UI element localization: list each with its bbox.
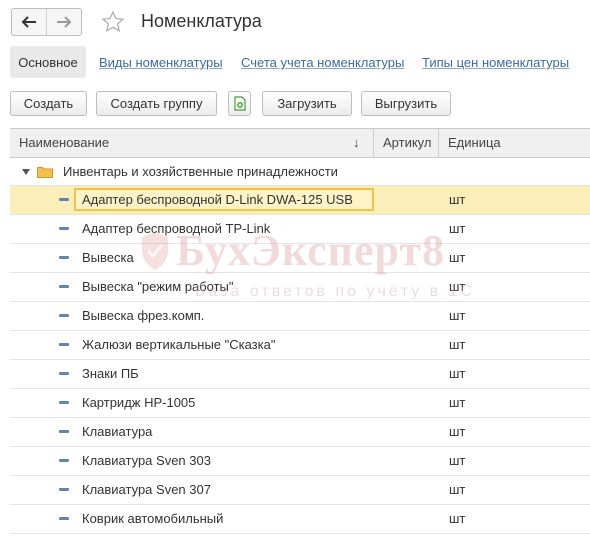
group-label: Инвентарь и хозяйственные принадлежности: [63, 164, 338, 179]
item-unit-cell[interactable]: шт: [449, 389, 465, 417]
item-name-cell[interactable]: Вывеска: [74, 246, 374, 269]
page-title: Номенклатура: [141, 11, 262, 31]
tab-nomenclature-types[interactable]: Виды номенклатуры: [99, 55, 223, 70]
group-row[interactable]: Инвентарь и хозяйственные принадлежности: [10, 158, 590, 186]
item-marker-icon: [59, 285, 69, 288]
item-name-cell[interactable]: Клавиатура: [74, 420, 374, 443]
item-marker-icon: [59, 517, 69, 520]
column-divider: [373, 129, 374, 157]
item-marker-icon: [59, 256, 69, 259]
column-divider: [438, 129, 439, 157]
table-row[interactable]: Вывеска фрез.комп. шт: [10, 302, 590, 331]
folder-icon: [37, 167, 53, 178]
copy-document-icon: [233, 96, 246, 111]
item-marker-icon: [59, 343, 69, 346]
tab-main[interactable]: Основное: [10, 46, 86, 78]
copy-button[interactable]: [228, 91, 251, 116]
create-button[interactable]: Создать: [10, 91, 87, 116]
item-name-cell[interactable]: Картридж HP-1005: [74, 391, 374, 414]
item-unit-cell[interactable]: шт: [449, 447, 465, 475]
table-row[interactable]: Клавиатура шт: [10, 418, 590, 447]
back-button[interactable]: [12, 9, 46, 35]
sort-descending-icon[interactable]: ↓: [353, 129, 360, 157]
item-name-cell[interactable]: Клавиатура Sven 307: [74, 478, 374, 501]
item-unit-cell[interactable]: шт: [449, 215, 465, 243]
table-row[interactable]: Клавиатура Sven 303 шт: [10, 447, 590, 476]
table-row[interactable]: Адаптер беспроводной TP-Link шт: [10, 215, 590, 244]
star-icon[interactable]: [101, 10, 125, 34]
item-name-cell[interactable]: Вывеска фрез.комп.: [74, 304, 374, 327]
item-name-cell[interactable]: Вывеска "режим работы": [74, 275, 374, 298]
item-marker-icon: [59, 314, 69, 317]
table-row[interactable]: Коврик автомобильный шт: [10, 505, 590, 534]
item-unit-cell[interactable]: шт: [449, 186, 465, 214]
table-row[interactable]: Клавиатура Sven 307 шт: [10, 476, 590, 505]
table-row[interactable]: Вывеска шт: [10, 244, 590, 273]
tab-price-types[interactable]: Типы цен номенклатуры: [422, 55, 569, 70]
item-unit-cell[interactable]: шт: [449, 505, 465, 533]
item-name-cell[interactable]: Знаки ПБ: [74, 362, 374, 385]
item-marker-icon: [59, 488, 69, 491]
item-unit-cell[interactable]: шт: [449, 360, 465, 388]
create-group-button[interactable]: Создать группу: [96, 91, 217, 116]
unload-button[interactable]: Выгрузить: [361, 91, 451, 116]
tab-nomenclature-accounts[interactable]: Счета учета номенклатуры: [241, 55, 404, 70]
history-nav: [11, 8, 82, 36]
arrow-left-icon: [21, 16, 36, 28]
item-name-cell[interactable]: Адаптер беспроводной TP-Link: [74, 217, 374, 240]
item-unit-cell[interactable]: шт: [449, 273, 465, 301]
table-row[interactable]: Вывеска "режим работы" шт: [10, 273, 590, 302]
expand-triangle-icon[interactable]: [22, 169, 30, 175]
item-name-cell[interactable]: Адаптер беспроводной D-Link DWA-125 USB: [74, 188, 374, 211]
table-row[interactable]: Жалюзи вертикальные "Сказка" шт: [10, 331, 590, 360]
item-name-cell[interactable]: Коврик автомобильный: [74, 507, 374, 530]
forward-button[interactable]: [46, 9, 81, 35]
table-row[interactable]: Знаки ПБ шт: [10, 360, 590, 389]
item-marker-icon: [59, 198, 69, 201]
item-name-cell[interactable]: Клавиатура Sven 303: [74, 449, 374, 472]
column-article-header[interactable]: Артикул: [383, 129, 431, 157]
item-unit-cell[interactable]: шт: [449, 418, 465, 446]
item-marker-icon: [59, 430, 69, 433]
table-body: Адаптер беспроводной D-Link DWA-125 USB ш…: [10, 186, 590, 534]
nomenclature-table: Наименование ↓ Артикул Единица Инвентарь…: [10, 128, 590, 534]
item-unit-cell[interactable]: шт: [449, 331, 465, 359]
item-unit-cell[interactable]: шт: [449, 244, 465, 272]
item-unit-cell[interactable]: шт: [449, 302, 465, 330]
table-header: Наименование ↓ Артикул Единица: [10, 128, 590, 158]
item-name-cell[interactable]: Жалюзи вертикальные "Сказка": [74, 333, 374, 356]
arrow-right-icon: [57, 16, 72, 28]
item-marker-icon: [59, 401, 69, 404]
table-row[interactable]: Адаптер беспроводной D-Link DWA-125 USB ш…: [10, 186, 590, 215]
column-name-header[interactable]: Наименование: [19, 129, 109, 157]
item-marker-icon: [59, 459, 69, 462]
item-marker-icon: [59, 372, 69, 375]
item-unit-cell[interactable]: шт: [449, 476, 465, 504]
table-row[interactable]: Картридж HP-1005 шт: [10, 389, 590, 418]
item-marker-icon: [59, 227, 69, 230]
column-unit-header[interactable]: Единица: [448, 129, 501, 157]
load-button[interactable]: Загрузить: [262, 91, 352, 116]
